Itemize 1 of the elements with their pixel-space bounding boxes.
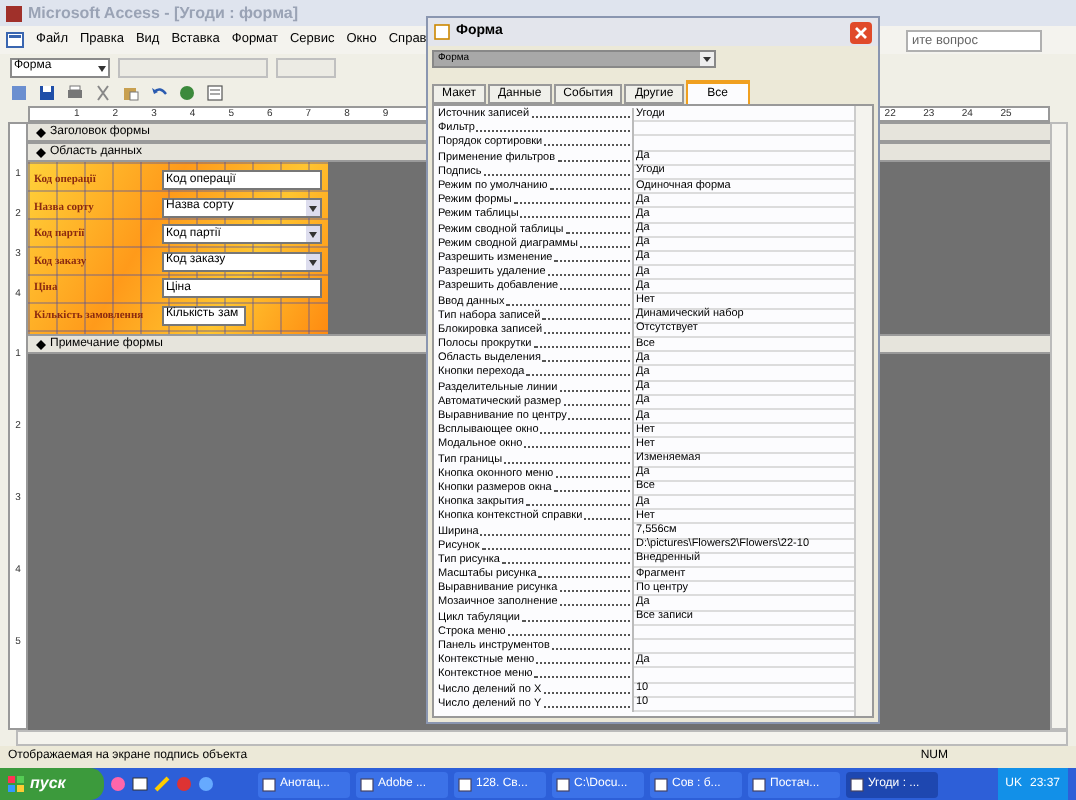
window-title: Microsoft Access - [Угоди : форма]	[28, 1, 298, 25]
